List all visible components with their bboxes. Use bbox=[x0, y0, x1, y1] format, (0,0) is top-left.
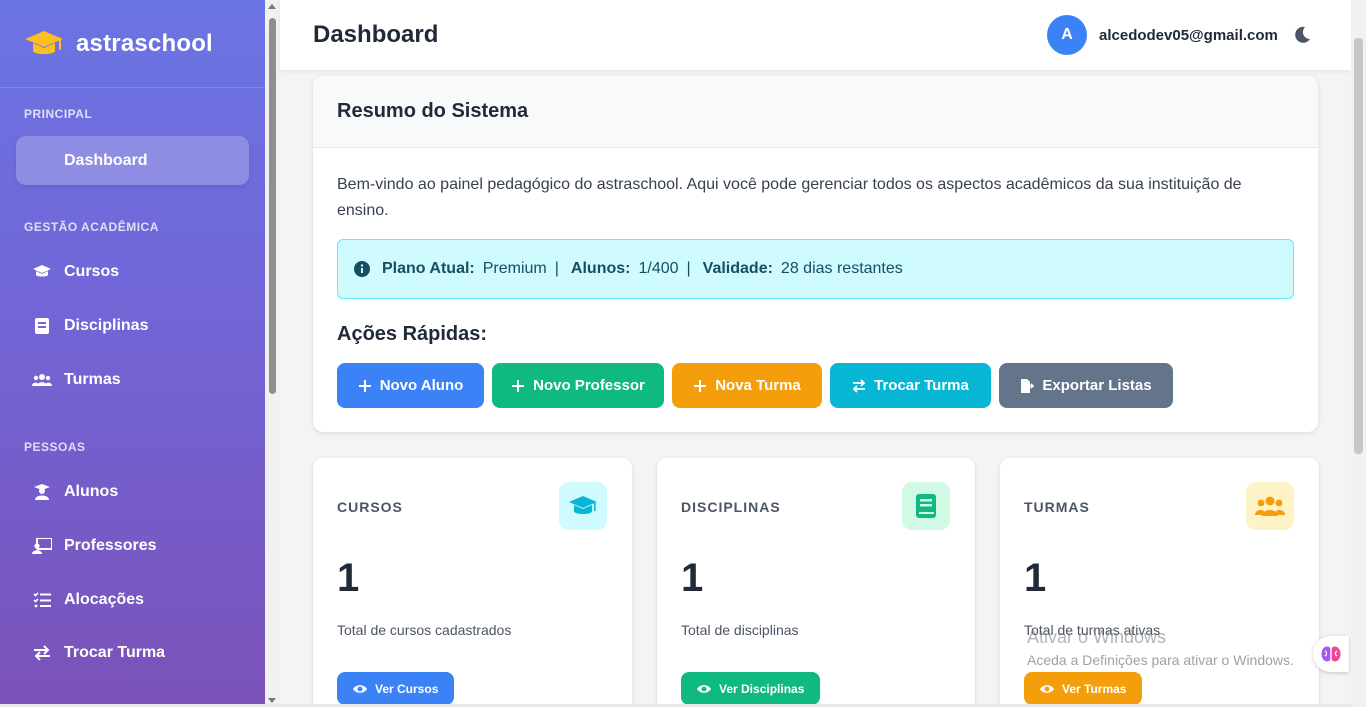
button-label: Novo Professor bbox=[533, 377, 645, 394]
student-icon bbox=[32, 482, 52, 502]
graduation-cap-icon bbox=[559, 482, 607, 530]
sidebar-item-cursos[interactable]: Cursos bbox=[0, 248, 265, 296]
new-class-button[interactable]: Nova Turma bbox=[672, 363, 822, 408]
view-subjects-button[interactable]: Ver Disciplinas bbox=[681, 672, 821, 705]
scroll-down-arrow-icon[interactable] bbox=[268, 698, 276, 703]
section-title-principal: PRINCIPAL bbox=[24, 107, 93, 121]
info-icon bbox=[354, 261, 370, 277]
scroll-up-arrow-icon[interactable] bbox=[268, 4, 276, 9]
sidebar-item-label: Alocações bbox=[64, 591, 145, 608]
plan-value: Premium bbox=[482, 260, 547, 277]
list-check-icon bbox=[32, 590, 52, 610]
scrollbar-thumb[interactable] bbox=[1354, 38, 1363, 454]
summary-card: Resumo do Sistema Bem-vindo ao painel pe… bbox=[313, 76, 1318, 432]
students-label: Alunos: bbox=[570, 260, 631, 277]
button-label: Ver Disciplinas bbox=[719, 681, 805, 696]
separator: | bbox=[554, 260, 559, 277]
button-label: Novo Aluno bbox=[379, 377, 464, 394]
summary-header: Resumo do Sistema bbox=[313, 76, 1318, 148]
stat-value: 1 bbox=[681, 556, 704, 600]
sidebar-item-label: Alunos bbox=[64, 483, 119, 500]
button-label: Nova Turma bbox=[715, 377, 801, 394]
book-icon bbox=[32, 316, 52, 336]
file-export-icon bbox=[1021, 378, 1035, 393]
view-courses-button[interactable]: Ver Cursos bbox=[337, 672, 455, 705]
quick-actions-title: Ações Rápidas: bbox=[337, 323, 488, 345]
brand[interactable]: astraschool bbox=[0, 0, 265, 88]
book-icon bbox=[902, 482, 950, 530]
sidebar: astraschool PRINCIPAL Dashboard GESTÃO A… bbox=[0, 0, 265, 707]
graduation-cap-logo-icon bbox=[25, 30, 63, 54]
windows-activation-subtitle: Aceda a Definições para ativar o Windows… bbox=[1027, 652, 1294, 668]
stat-value: 1 bbox=[337, 556, 360, 600]
sidebar-item-label: Disciplinas bbox=[64, 317, 149, 334]
button-label: Ver Turmas bbox=[1062, 681, 1127, 696]
sidebar-item-label: Professores bbox=[64, 537, 157, 554]
brand-name: astraschool bbox=[76, 29, 213, 57]
summary-title: Resumo do Sistema bbox=[337, 100, 529, 122]
page-scrollbar[interactable] bbox=[1351, 0, 1366, 707]
sidebar-item-label: Turmas bbox=[64, 371, 121, 388]
sidebar-item-label: Trocar Turma bbox=[64, 644, 166, 661]
eye-icon bbox=[697, 684, 711, 693]
validity-label: Validade: bbox=[702, 260, 773, 277]
exchange-icon bbox=[852, 378, 866, 393]
stat-card-cursos: CURSOS 1 Total de cursos cadastrados Ver… bbox=[313, 458, 632, 707]
plan-info-alert: Plano Atual: Premium | Alunos: 1/400 | V… bbox=[337, 239, 1294, 299]
sidebar-item-disciplinas[interactable]: Disciplinas bbox=[0, 302, 265, 350]
sidebar-item-professores[interactable]: Professores bbox=[0, 522, 265, 570]
welcome-text: Bem-vindo ao painel pedagógico do astras… bbox=[337, 176, 1242, 219]
students-value: 1/400 bbox=[638, 260, 679, 277]
sidebar-item-alocacoes[interactable]: Alocações bbox=[0, 576, 265, 624]
stat-label: DISCIPLINAS bbox=[681, 499, 781, 515]
plus-icon bbox=[694, 379, 707, 392]
stat-card-turmas: TURMAS 1 Total de turmas ativas Ver Turm… bbox=[1000, 458, 1319, 707]
scrollbar-thumb[interactable] bbox=[269, 18, 276, 394]
button-label: Trocar Turma bbox=[874, 377, 969, 394]
plus-icon bbox=[358, 379, 371, 392]
stat-description: Total de disciplinas bbox=[681, 622, 799, 638]
switch-class-button[interactable]: Trocar Turma bbox=[830, 363, 991, 408]
eye-icon bbox=[353, 684, 367, 693]
validity-value: 28 dias restantes bbox=[780, 260, 903, 277]
stat-description: Total de cursos cadastrados bbox=[337, 622, 512, 638]
plan-label: Plano Atual: bbox=[382, 260, 475, 277]
section-title-gestao-academica: GESTÃO ACADÊMICA bbox=[24, 220, 159, 234]
button-label: Ver Cursos bbox=[375, 681, 439, 696]
sidebar-item-dashboard[interactable]: Dashboard bbox=[16, 136, 249, 185]
windows-activation-title: Ativar o Windows bbox=[1027, 627, 1167, 647]
sidebar-scrollbar[interactable] bbox=[265, 0, 280, 707]
stat-label: TURMAS bbox=[1024, 499, 1090, 515]
sidebar-item-trocar-turma[interactable]: Trocar Turma bbox=[0, 629, 265, 677]
moon-icon[interactable] bbox=[1292, 25, 1312, 45]
graduation-cap-icon bbox=[32, 262, 52, 282]
view-classes-button[interactable]: Ver Turmas bbox=[1024, 672, 1143, 705]
users-icon bbox=[1246, 482, 1294, 530]
new-student-button[interactable]: Novo Aluno bbox=[337, 363, 484, 408]
users-icon bbox=[32, 370, 52, 390]
separator: | bbox=[686, 260, 691, 277]
plus-icon bbox=[512, 379, 525, 392]
sidebar-item-turmas[interactable]: Turmas bbox=[0, 356, 265, 404]
section-title-pessoas: PESSOAS bbox=[24, 440, 86, 454]
button-label: Exportar Listas bbox=[1042, 377, 1152, 394]
top-header: Dashboard A alcedodev05@gmail.com bbox=[280, 0, 1351, 70]
teacher-icon bbox=[32, 536, 52, 556]
assistant-brain-icon[interactable] bbox=[1313, 636, 1349, 672]
stat-value: 1 bbox=[1024, 556, 1047, 600]
user-email[interactable]: alcedodev05@gmail.com bbox=[1099, 27, 1278, 44]
new-teacher-button[interactable]: Novo Professor bbox=[492, 363, 664, 408]
exchange-icon bbox=[32, 643, 52, 663]
eye-icon bbox=[1040, 684, 1054, 693]
export-lists-button[interactable]: Exportar Listas bbox=[999, 363, 1173, 408]
page-title: Dashboard bbox=[313, 21, 439, 48]
sidebar-item-label: Cursos bbox=[64, 263, 120, 280]
stat-card-disciplinas: DISCIPLINAS 1 Total de disciplinas Ver D… bbox=[657, 458, 975, 707]
avatar[interactable]: A bbox=[1047, 15, 1087, 55]
stat-label: CURSOS bbox=[337, 499, 403, 515]
sidebar-item-label: Dashboard bbox=[64, 151, 148, 169]
sidebar-item-alunos[interactable]: Alunos bbox=[0, 468, 265, 516]
